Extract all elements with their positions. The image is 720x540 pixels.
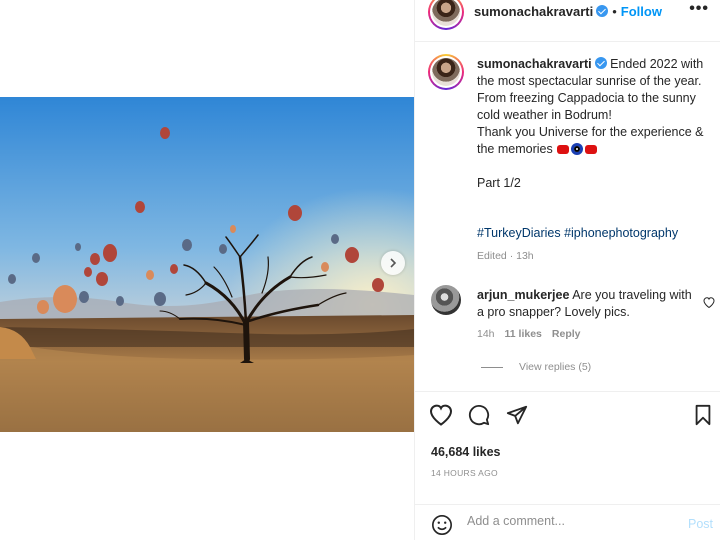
paper-plane-icon [506, 405, 528, 425]
comment-reply-button[interactable]: Reply [552, 328, 581, 340]
separator-dot: • [612, 4, 617, 19]
post-time-ago: 14 HOURS AGO [431, 468, 498, 478]
chevron-right-icon [390, 258, 397, 268]
bookmark-icon [695, 404, 711, 426]
emoji-picker-button[interactable] [431, 514, 453, 540]
comment-meta: 14h 11 likes Reply [477, 328, 591, 340]
author-username-link[interactable]: sumonachakravarti [474, 4, 593, 19]
comment-body: arjun_mukerjee Are you traveling with a … [477, 287, 699, 321]
post-header-user: sumonachakravarti • Follow [474, 4, 662, 19]
follow-button[interactable]: Follow [621, 4, 662, 19]
edited-timestamp: Edited · 13h [477, 250, 534, 262]
replies-divider-line [481, 366, 503, 368]
author-avatar[interactable] [428, 0, 464, 30]
likes-count[interactable]: 46,684 likes [431, 445, 501, 459]
view-replies-button[interactable]: View replies (5) [481, 361, 591, 373]
hashtag-link[interactable]: #iphonephotography [564, 226, 678, 240]
post-caption: sumonachakravarti Ended 2022 with the mo… [477, 56, 709, 192]
verified-badge-icon [594, 57, 607, 69]
media-area [0, 0, 414, 540]
add-comment-bar: Post [415, 504, 720, 540]
comment-time: 14h [477, 328, 495, 340]
instagram-post-view: sumonachakravarti • Follow ••• sumonachakr… [0, 0, 720, 540]
commenter-username-link[interactable]: arjun_mukerjee [477, 288, 569, 302]
caption-text: Ended 2022 with the most spectacular sun… [477, 57, 704, 156]
smiley-icon [432, 515, 452, 535]
view-replies-label: View replies (5) [519, 361, 592, 373]
post-side-panel: sumonachakravarti • Follow ••• sumonachakr… [414, 0, 720, 540]
save-button[interactable] [693, 404, 713, 431]
caption-username-link[interactable]: sumonachakravarti [477, 57, 592, 71]
more-options-button[interactable]: ••• [689, 0, 709, 18]
heart-outline-icon [703, 297, 715, 309]
post-comment-button[interactable]: Post [688, 517, 713, 531]
comment-button[interactable] [467, 404, 491, 431]
verified-badge-icon [596, 5, 609, 17]
evil-eye-emoji-icon [571, 143, 584, 155]
red-lips-emoji-icon [585, 145, 598, 154]
like-button[interactable] [429, 404, 453, 431]
comment-likes-count[interactable]: 11 likes [505, 328, 542, 340]
post-photo[interactable] [0, 97, 414, 432]
hashtag-link[interactable]: #TurkeyDiaries [477, 226, 561, 240]
caption-part: Part 1/2 [477, 176, 521, 190]
comment-like-button[interactable] [703, 295, 715, 313]
post-header: sumonachakravarti • Follow ••• [415, 0, 720, 42]
comment-input[interactable] [467, 514, 667, 528]
comment-bubble-icon [468, 404, 490, 426]
heart-icon [429, 404, 453, 426]
red-lips-emoji-icon [557, 145, 570, 154]
next-image-button[interactable] [381, 251, 405, 275]
balloon-sunrise-photo [0, 97, 414, 432]
post-actions: 46,684 likes 14 HOURS AGO Post [415, 391, 720, 540]
more-horizontal-icon: ••• [689, 0, 709, 17]
hashtag-list: #TurkeyDiaries #iphonephotography [477, 226, 678, 240]
caption-author-avatar[interactable] [428, 54, 464, 90]
commenter-avatar[interactable] [431, 285, 461, 315]
share-button[interactable] [505, 404, 529, 431]
